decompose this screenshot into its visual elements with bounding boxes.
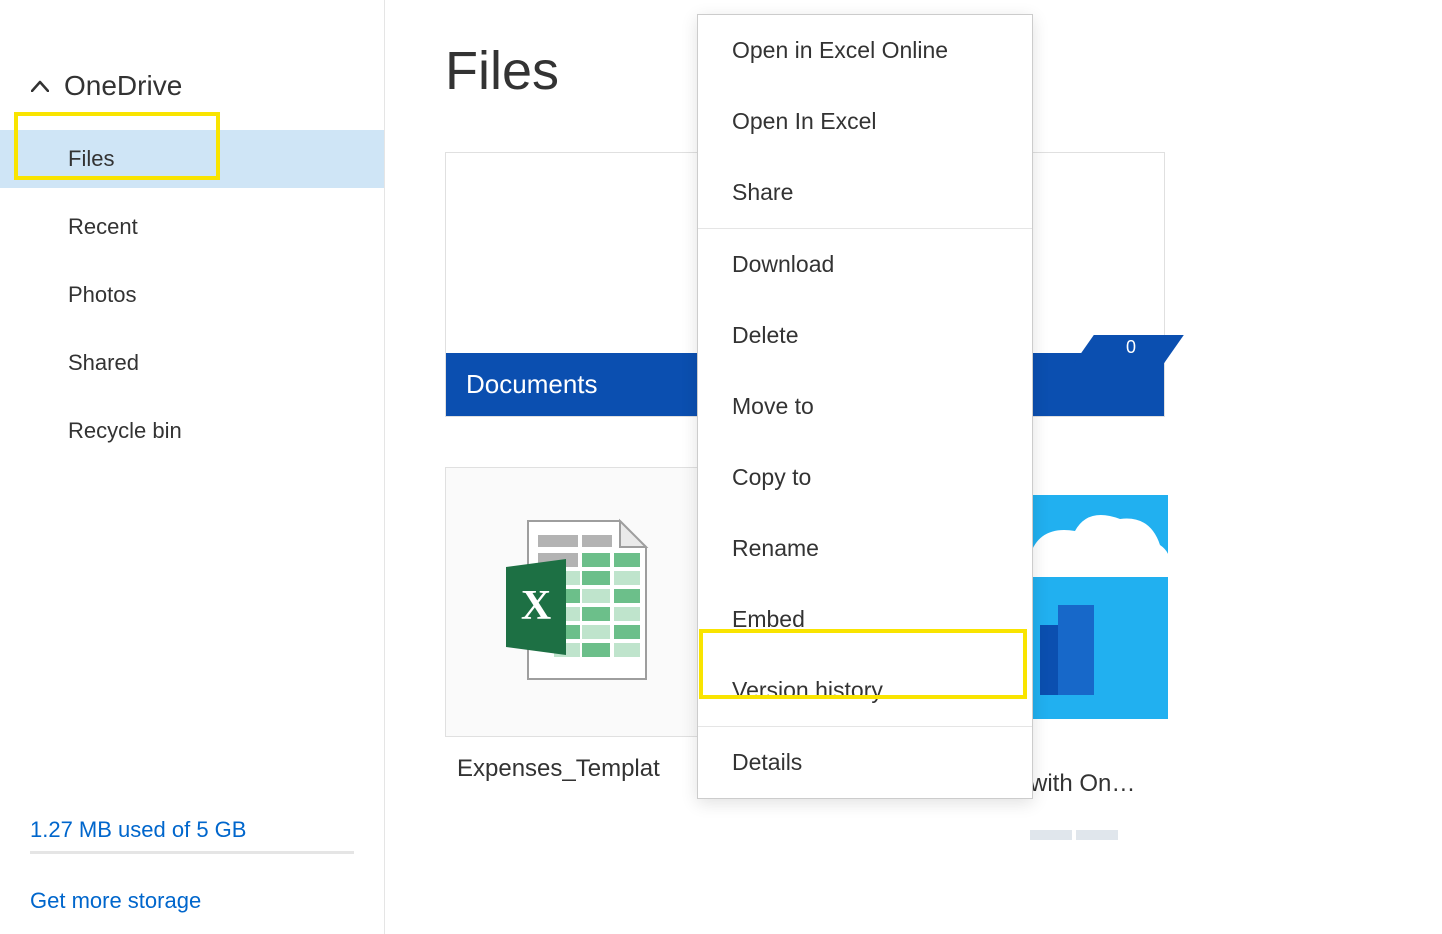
menu-item-download[interactable]: Download — [698, 229, 1032, 300]
menu-item-open-excel-online[interactable]: Open in Excel Online — [698, 15, 1032, 86]
menu-item-move-to[interactable]: Move to — [698, 371, 1032, 442]
file-tile-body: X — [445, 467, 705, 737]
file-label-onedrive: with On… — [1030, 770, 1135, 798]
sidebar-item-files[interactable]: Files — [0, 130, 384, 188]
onedrive-logo-bg — [1030, 495, 1168, 719]
sidebar-item-shared[interactable]: Shared — [0, 334, 384, 392]
sidebar-item-recycle-bin[interactable]: Recycle bin — [0, 402, 384, 460]
context-menu: Open in Excel Online Open In Excel Share… — [697, 14, 1033, 799]
excel-file-icon: X — [500, 515, 650, 690]
get-more-storage-link[interactable]: Get more storage — [30, 888, 201, 914]
thumbnail-strip — [1030, 820, 1168, 850]
folder-name: Documents — [466, 369, 598, 400]
sidebar-item-recent[interactable]: Recent — [0, 198, 384, 256]
file-label: Expenses_Templat — [445, 737, 705, 783]
menu-item-details[interactable]: Details — [698, 727, 1032, 798]
svg-text:X: X — [521, 583, 551, 629]
menu-item-open-in-excel[interactable]: Open In Excel — [698, 86, 1032, 157]
file-tile-excel[interactable]: X Expenses_Templat — [445, 467, 705, 783]
storage-usage-text[interactable]: 1.27 MB used of 5 GB — [30, 817, 354, 843]
sidebar-item-photos[interactable]: Photos — [0, 266, 384, 324]
brand-row[interactable]: OneDrive — [0, 60, 384, 130]
sidebar: OneDrive Files Recent Photos Shared Recy… — [0, 0, 385, 934]
chevron-up-icon — [30, 76, 50, 96]
menu-item-version-history[interactable]: Version history — [698, 655, 1032, 726]
menu-item-rename[interactable]: Rename — [698, 513, 1032, 584]
menu-item-delete[interactable]: Delete — [698, 300, 1032, 371]
folder-count: 0 — [1126, 337, 1136, 358]
file-tile-onedrive-partial[interactable] — [1030, 495, 1168, 719]
brand-name: OneDrive — [64, 70, 182, 102]
storage-info: 1.27 MB used of 5 GB — [30, 817, 354, 854]
menu-item-copy-to[interactable]: Copy to — [698, 442, 1032, 513]
storage-bar — [30, 851, 354, 854]
menu-item-share[interactable]: Share — [698, 157, 1032, 228]
menu-item-embed[interactable]: Embed — [698, 584, 1032, 655]
